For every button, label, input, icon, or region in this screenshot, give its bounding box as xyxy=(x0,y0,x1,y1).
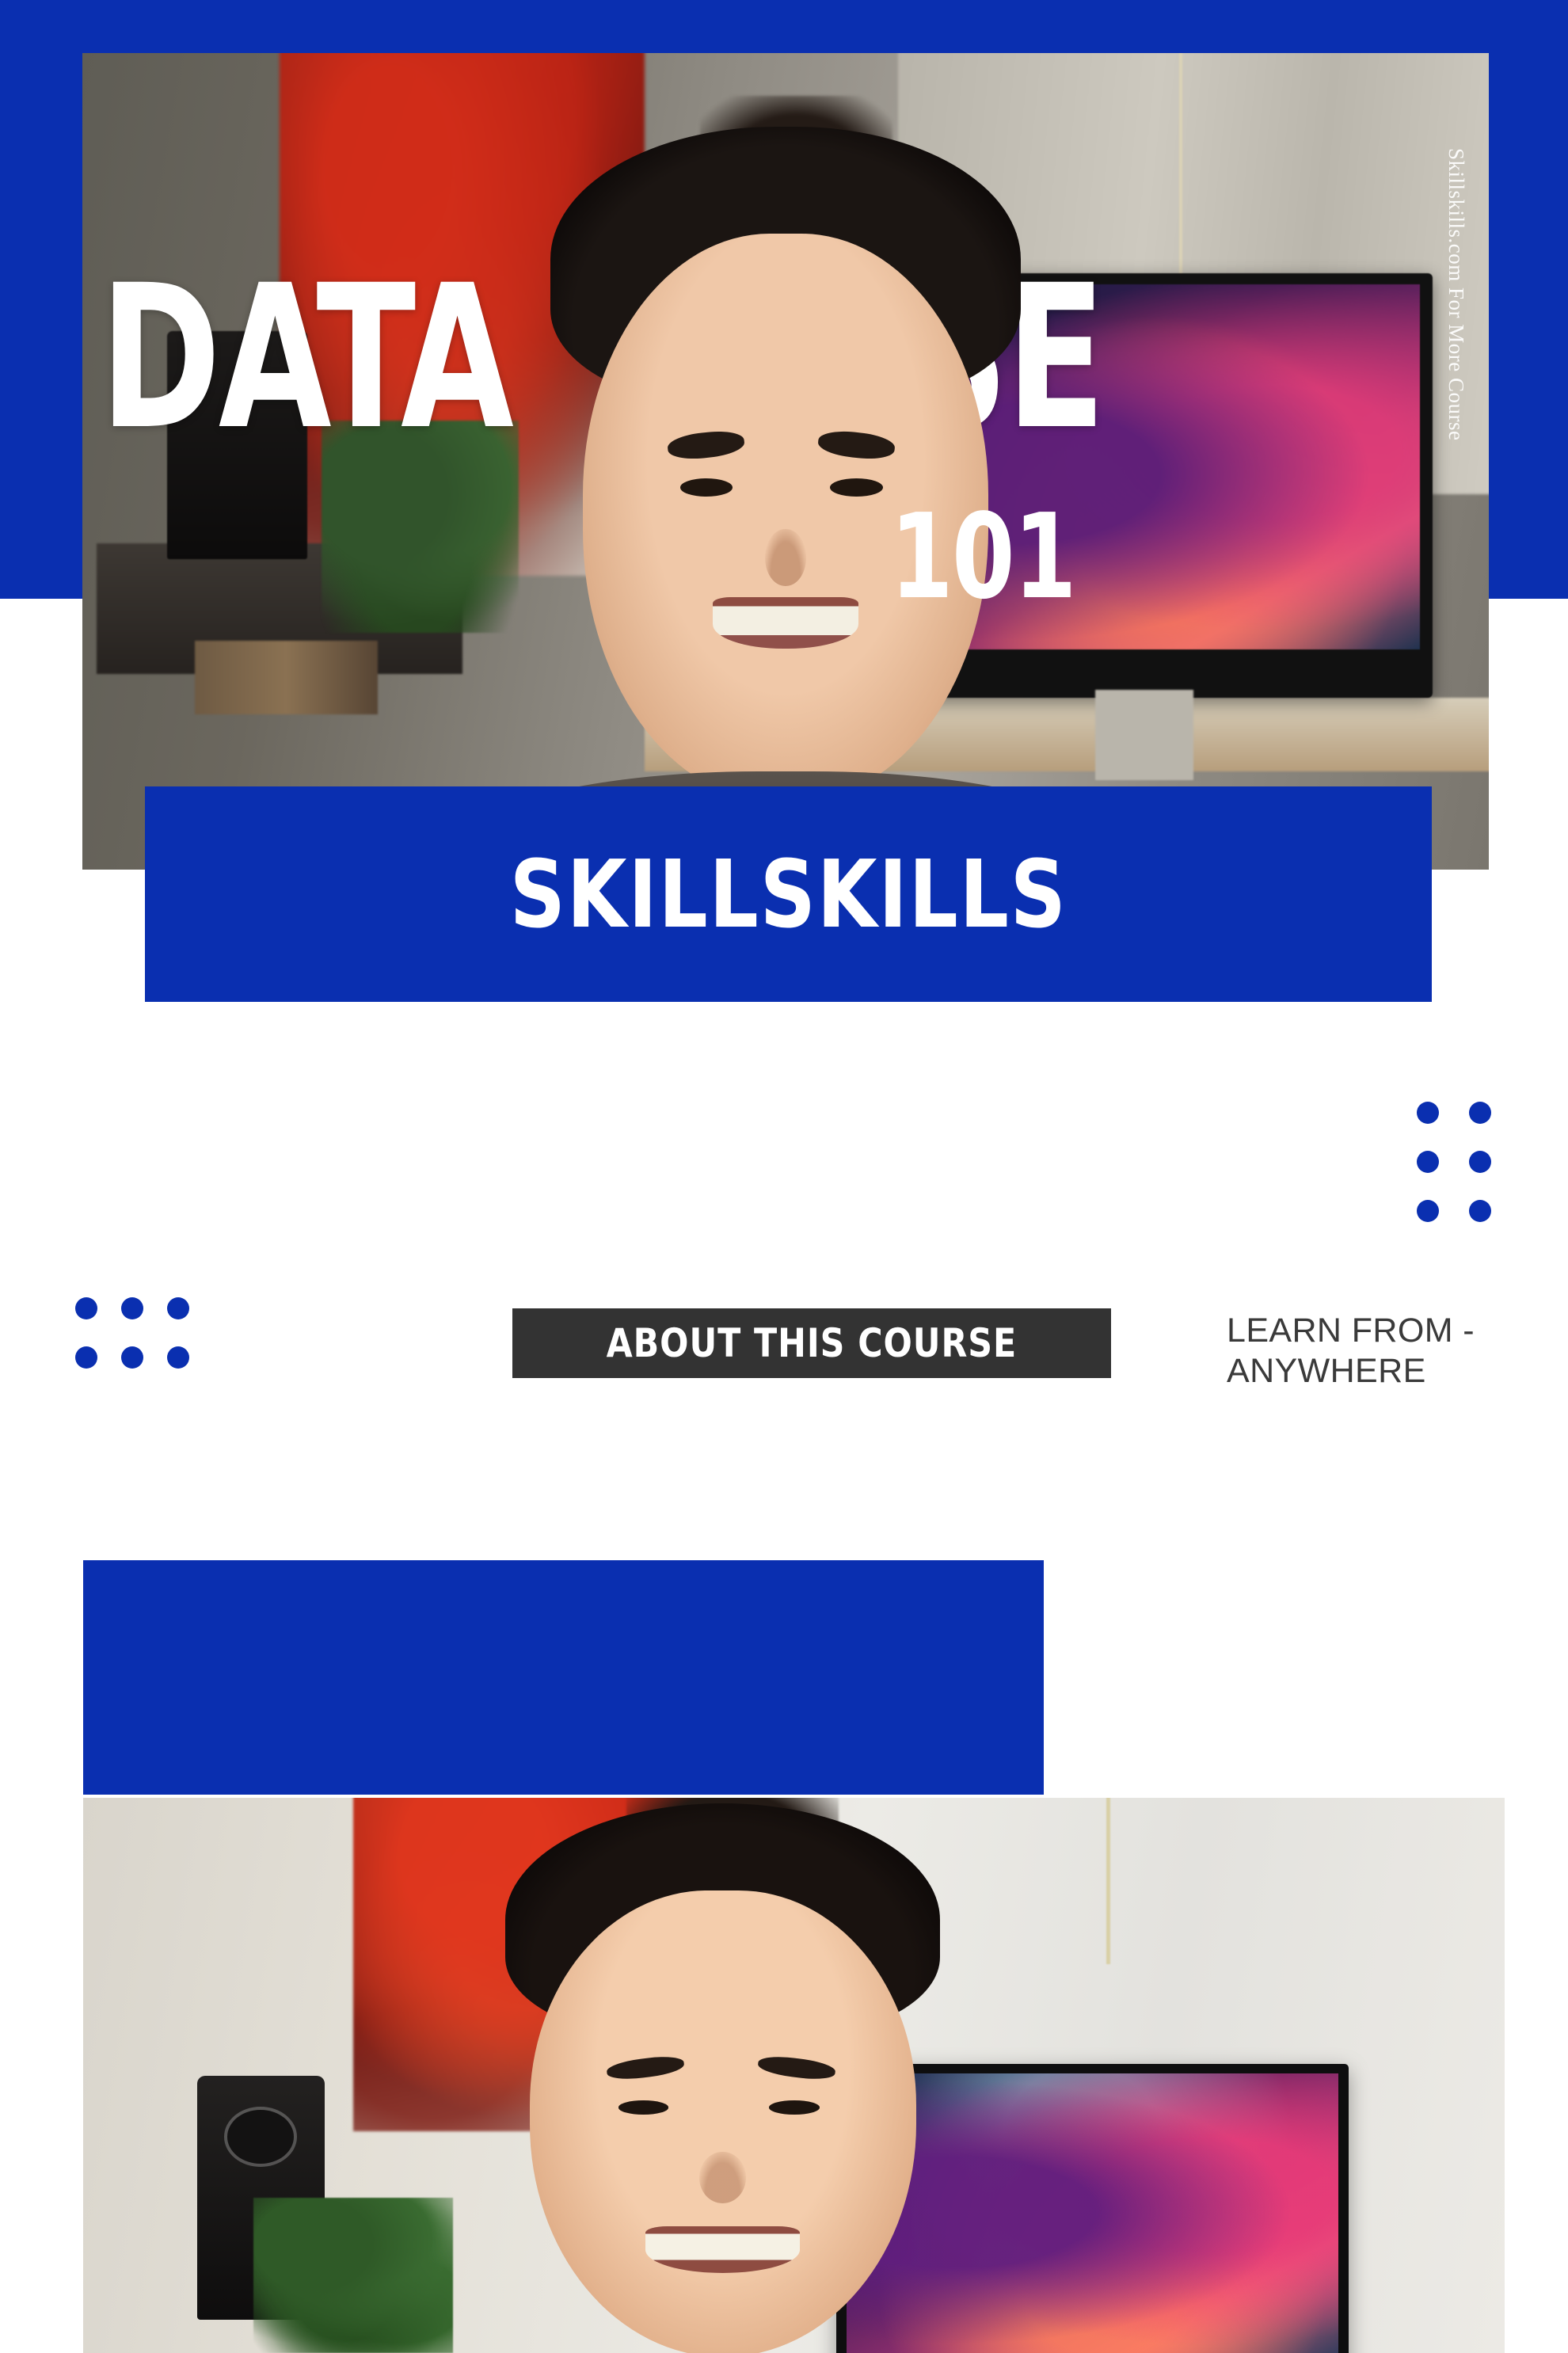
dot xyxy=(75,1297,97,1319)
hero-scene xyxy=(82,53,1489,870)
dot-grid-left xyxy=(75,1297,189,1369)
hero-monitor xyxy=(870,273,1433,699)
dot xyxy=(1417,1102,1439,1124)
bottom-eye-left xyxy=(618,2100,669,2115)
dot xyxy=(1469,1200,1491,1222)
dot xyxy=(167,1346,189,1369)
bottom-nose xyxy=(699,2152,746,2203)
dot-grid-right xyxy=(1417,1102,1491,1222)
hero-desk xyxy=(645,698,1489,772)
bottom-eyebrow-right xyxy=(756,2054,836,2082)
bottom-mouth xyxy=(645,2226,801,2274)
dot xyxy=(1469,1151,1491,1173)
lower-blue-block xyxy=(83,1560,1044,1795)
hero-title-number: 101 xyxy=(890,489,1077,625)
dot xyxy=(1417,1151,1439,1173)
poster-page: DATA BASE 101 Skillskills.com For More C… xyxy=(0,0,1568,2353)
dot xyxy=(1417,1200,1439,1222)
bottom-presenter xyxy=(481,1798,965,2353)
watermark-text: Skillskills.com For More Course xyxy=(1444,148,1468,441)
hero-speaker xyxy=(166,330,308,560)
hero-books xyxy=(195,641,378,715)
bottom-face xyxy=(529,1890,916,2353)
dot xyxy=(167,1297,189,1319)
dot xyxy=(121,1346,143,1369)
dot xyxy=(1469,1102,1491,1124)
dot xyxy=(75,1346,97,1369)
bottom-eyebrow-left xyxy=(606,2054,685,2082)
brand-banner: SKILLSKILLS xyxy=(145,786,1432,1002)
secondary-video-thumbnail[interactable] xyxy=(83,1798,1505,2353)
hero-plant xyxy=(321,420,519,633)
hero-video-thumbnail[interactable]: DATA BASE 101 Skillskills.com For More C… xyxy=(82,53,1489,870)
hero-monitor-stand xyxy=(1094,690,1194,780)
bottom-cabinet-seam xyxy=(1106,1798,1111,1965)
brand-banner-label: SKILLSKILLS xyxy=(509,840,1068,949)
bottom-plant xyxy=(253,2197,453,2353)
about-this-course-label: ABOUT THIS COURSE xyxy=(606,1320,1018,1366)
tagline-text: LEARN FROM - ANYWHERE xyxy=(1227,1312,1475,1390)
bottom-eye-right xyxy=(769,2100,820,2115)
dot xyxy=(121,1297,143,1319)
about-this-course-badge[interactable]: ABOUT THIS COURSE xyxy=(512,1308,1111,1378)
